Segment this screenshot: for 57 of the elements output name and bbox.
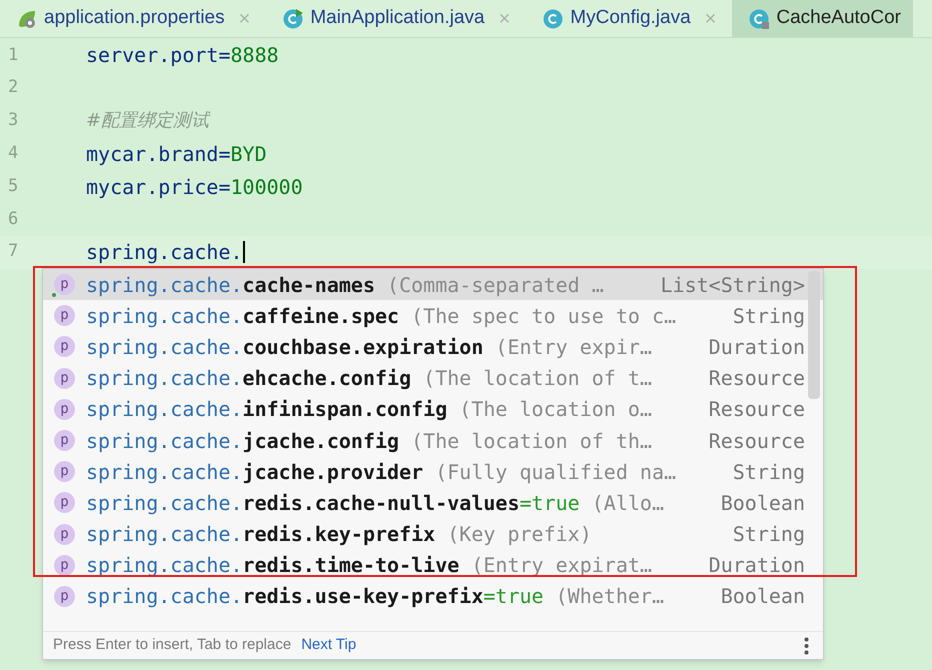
type-label: String — [732, 521, 805, 548]
property-icon: p — [54, 368, 75, 389]
class-run-icon — [282, 8, 304, 30]
line-number: 5 — [7, 174, 20, 198]
completion-item[interactable]: p spring.cache.redis.key-prefix (Key prefix) String — [43, 518, 823, 550]
code-comment: #配置绑定测试 — [86, 109, 210, 134]
property-icon: p — [54, 492, 75, 514]
next-tip-link[interactable]: Next Tip — [301, 634, 356, 657]
type-label: Resource — [708, 396, 805, 424]
property-icon: p — [54, 336, 75, 358]
property-icon: p — [54, 274, 75, 296]
code-line: mycar.brand=BYD — [86, 140, 267, 168]
property-icon: p — [54, 524, 75, 545]
type-label: Duration — [708, 552, 805, 580]
property-icon: p — [54, 305, 75, 326]
line-number: 3 — [7, 109, 20, 132]
type-label: String — [732, 302, 805, 330]
type-label: String — [732, 458, 805, 486]
completion-item[interactable]: p spring.cache.cache-names (Comma-separated … List<String> — [43, 269, 823, 300]
editor-tab[interactable]: MainApplication.java × — [266, 0, 526, 37]
completion-item[interactable]: p spring.cache.infinispan.config (The location o… Resource — [43, 394, 823, 425]
property-icon: p — [54, 398, 75, 420]
completion-item[interactable]: p spring.cache.caffeine.spec (The spec to use to c… String — [43, 300, 823, 332]
property-icon: p — [54, 461, 75, 482]
scrollbar-thumb[interactable] — [808, 271, 820, 399]
code-line: server.port=8888 — [86, 42, 279, 70]
code-line: spring.cache. — [86, 239, 243, 266]
property-icon: p — [54, 430, 75, 452]
type-label: Resource — [708, 365, 805, 392]
line-number: 1 — [7, 44, 20, 67]
type-label: Resource — [708, 428, 805, 455]
line-number: 4 — [7, 142, 20, 166]
line-number: 2 — [7, 76, 20, 100]
type-label: Boolean — [720, 583, 805, 610]
completion-item[interactable]: p spring.cache.jcache.config (The location of th… Resource — [43, 424, 823, 456]
completion-item[interactable]: p spring.cache.jcache.provider (Fully qualified na… String — [43, 456, 823, 488]
editor-tab[interactable]: CacheAutoCor — [732, 0, 913, 37]
type-label: Duration — [708, 334, 805, 361]
editor-tab[interactable]: application.properties × — [0, 0, 266, 37]
editor-tab[interactable]: MyConfig.java × — [526, 0, 732, 37]
completion-item[interactable]: p spring.cache.redis.use-key-prefix=true (Whether… Boolean — [43, 580, 823, 612]
type-label: Boolean — [720, 490, 805, 517]
completion-item[interactable]: p spring.cache.ehcache.config (The location of t… Resource — [43, 362, 823, 394]
completion-item[interactable]: p spring.cache.couchbase.expiration (Entry expir… Duration — [43, 331, 823, 363]
code-line: mycar.price=100000 — [86, 174, 303, 201]
property-icon: p — [54, 586, 75, 607]
line-number: 6 — [7, 208, 20, 231]
class-locked-icon — [748, 8, 770, 30]
more-options-icon[interactable] — [804, 636, 809, 654]
completion-item[interactable]: p spring.cache.redis.time-to-live (Entry expirat… Duration — [43, 550, 823, 581]
line-number: 7 — [7, 240, 20, 264]
class-icon — [542, 8, 564, 30]
hint-text: Press Enter to insert, Tab to replace — [53, 635, 292, 656]
text-cursor — [242, 241, 245, 264]
property-icon: p — [54, 554, 75, 576]
completion-item[interactable]: p spring.cache.redis.cache-null-values=true (Allo… Boolean — [43, 487, 823, 518]
type-label: List<String> — [660, 272, 805, 299]
